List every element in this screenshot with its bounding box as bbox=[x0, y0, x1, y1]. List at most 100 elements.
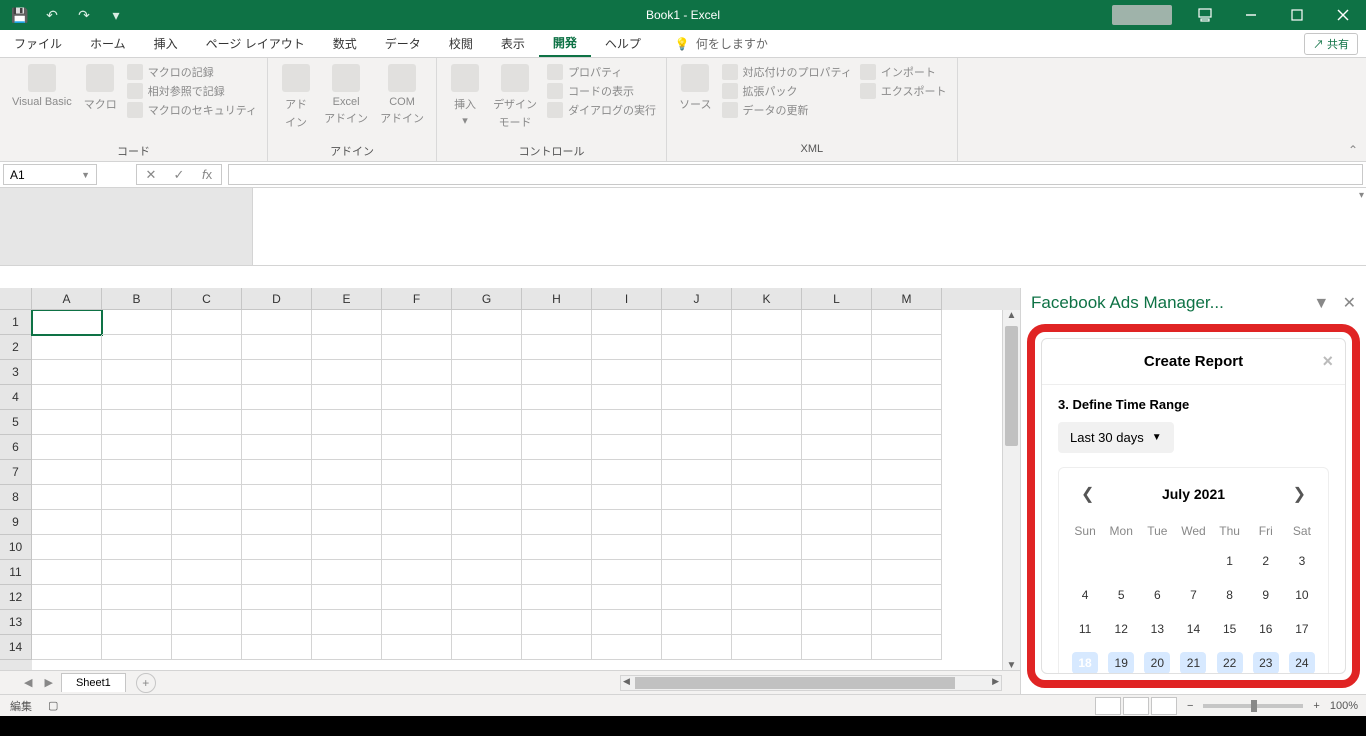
cell[interactable] bbox=[32, 635, 102, 660]
cell[interactable] bbox=[452, 460, 522, 485]
calendar-day[interactable]: 17 bbox=[1284, 612, 1320, 646]
cell[interactable] bbox=[312, 435, 382, 460]
cell[interactable] bbox=[172, 535, 242, 560]
cell[interactable] bbox=[102, 335, 172, 360]
cell[interactable] bbox=[662, 435, 732, 460]
cell[interactable] bbox=[522, 585, 592, 610]
cell[interactable] bbox=[242, 360, 312, 385]
ribbon-small-button[interactable]: 拡張パック bbox=[722, 83, 852, 99]
cells-area[interactable] bbox=[32, 310, 1002, 676]
calendar-day[interactable]: 3 bbox=[1284, 544, 1320, 578]
calendar-day[interactable]: 8 bbox=[1212, 578, 1248, 612]
cell[interactable] bbox=[592, 310, 662, 335]
cell[interactable] bbox=[102, 360, 172, 385]
cell[interactable] bbox=[662, 610, 732, 635]
cell[interactable] bbox=[662, 510, 732, 535]
cell[interactable] bbox=[172, 410, 242, 435]
cancel-formula-icon[interactable]: ✕ bbox=[137, 167, 165, 183]
tab-開発[interactable]: 開発 bbox=[539, 30, 591, 57]
cell[interactable] bbox=[172, 385, 242, 410]
calendar-day[interactable]: 22 bbox=[1212, 646, 1248, 674]
cell[interactable] bbox=[522, 560, 592, 585]
cell[interactable] bbox=[522, 410, 592, 435]
row-header[interactable]: 12 bbox=[0, 585, 32, 610]
minimize-icon[interactable] bbox=[1228, 0, 1274, 30]
cell[interactable] bbox=[242, 460, 312, 485]
row-header[interactable]: 1 bbox=[0, 310, 32, 335]
cell[interactable] bbox=[172, 435, 242, 460]
cell[interactable] bbox=[872, 335, 942, 360]
cell[interactable] bbox=[522, 485, 592, 510]
ribbon-small-button[interactable]: マクロのセキュリティ bbox=[127, 102, 257, 118]
tab-データ[interactable]: データ bbox=[371, 30, 435, 57]
ribbon-button[interactable]: Excelアドイン bbox=[318, 62, 374, 128]
row-header[interactable]: 6 bbox=[0, 435, 32, 460]
cell[interactable] bbox=[522, 510, 592, 535]
calendar-day[interactable]: 9 bbox=[1248, 578, 1284, 612]
cell[interactable] bbox=[242, 385, 312, 410]
row-header[interactable]: 4 bbox=[0, 385, 32, 410]
cell[interactable] bbox=[312, 585, 382, 610]
ribbon-button[interactable]: 挿入▾ bbox=[443, 62, 487, 129]
tell-me[interactable]: 💡 何をしますか bbox=[675, 30, 768, 57]
cell[interactable] bbox=[522, 535, 592, 560]
col-header[interactable]: H bbox=[522, 288, 592, 310]
calendar-day[interactable]: 5 bbox=[1103, 578, 1139, 612]
calendar-day[interactable]: 12 bbox=[1103, 612, 1139, 646]
close-icon[interactable] bbox=[1320, 0, 1366, 30]
cell[interactable] bbox=[872, 485, 942, 510]
cell[interactable] bbox=[522, 635, 592, 660]
ribbon-button[interactable]: COMアドイン bbox=[374, 62, 430, 128]
cell[interactable] bbox=[172, 635, 242, 660]
cell[interactable] bbox=[382, 635, 452, 660]
col-header[interactable]: M bbox=[872, 288, 942, 310]
calendar-day[interactable]: 21 bbox=[1175, 646, 1211, 674]
cell[interactable] bbox=[452, 535, 522, 560]
page-break-view-icon[interactable] bbox=[1151, 697, 1177, 715]
cell[interactable] bbox=[802, 535, 872, 560]
cell[interactable] bbox=[382, 435, 452, 460]
cell[interactable] bbox=[872, 535, 942, 560]
undo-icon[interactable]: ↶ bbox=[38, 3, 66, 27]
cell[interactable] bbox=[312, 335, 382, 360]
cell[interactable] bbox=[732, 410, 802, 435]
calendar-day[interactable]: 19 bbox=[1103, 646, 1139, 674]
ribbon-button[interactable]: デザインモード bbox=[487, 62, 543, 132]
cell[interactable] bbox=[452, 335, 522, 360]
calendar-day[interactable]: 6 bbox=[1139, 578, 1175, 612]
cell[interactable] bbox=[732, 435, 802, 460]
cell[interactable] bbox=[662, 310, 732, 335]
cell[interactable] bbox=[872, 560, 942, 585]
cell[interactable] bbox=[732, 360, 802, 385]
calendar-day[interactable]: 10 bbox=[1284, 578, 1320, 612]
horizontal-scrollbar[interactable]: ◀ ▶ bbox=[620, 675, 1002, 691]
cell[interactable] bbox=[102, 560, 172, 585]
cell[interactable] bbox=[592, 460, 662, 485]
macro-record-icon[interactable]: ▢ bbox=[48, 699, 58, 712]
tab-ファイル[interactable]: ファイル bbox=[0, 30, 76, 57]
row-header[interactable]: 14 bbox=[0, 635, 32, 660]
cell[interactable] bbox=[102, 435, 172, 460]
cell[interactable] bbox=[452, 610, 522, 635]
cell[interactable] bbox=[382, 510, 452, 535]
cell[interactable] bbox=[172, 485, 242, 510]
cell[interactable] bbox=[452, 510, 522, 535]
cell[interactable] bbox=[102, 510, 172, 535]
cell[interactable] bbox=[662, 485, 732, 510]
cell[interactable] bbox=[872, 385, 942, 410]
cell[interactable] bbox=[32, 310, 102, 335]
cell[interactable] bbox=[102, 485, 172, 510]
cell[interactable] bbox=[872, 310, 942, 335]
cell[interactable] bbox=[452, 485, 522, 510]
cell[interactable] bbox=[452, 435, 522, 460]
ribbon-small-button[interactable]: データの更新 bbox=[722, 102, 852, 118]
zoom-in-icon[interactable]: + bbox=[1313, 700, 1319, 712]
cell[interactable] bbox=[662, 360, 732, 385]
cell[interactable] bbox=[662, 560, 732, 585]
cell[interactable] bbox=[242, 310, 312, 335]
cell[interactable] bbox=[522, 310, 592, 335]
cell[interactable] bbox=[172, 310, 242, 335]
formula-input[interactable] bbox=[228, 164, 1363, 185]
cell[interactable] bbox=[102, 410, 172, 435]
col-header[interactable]: L bbox=[802, 288, 872, 310]
